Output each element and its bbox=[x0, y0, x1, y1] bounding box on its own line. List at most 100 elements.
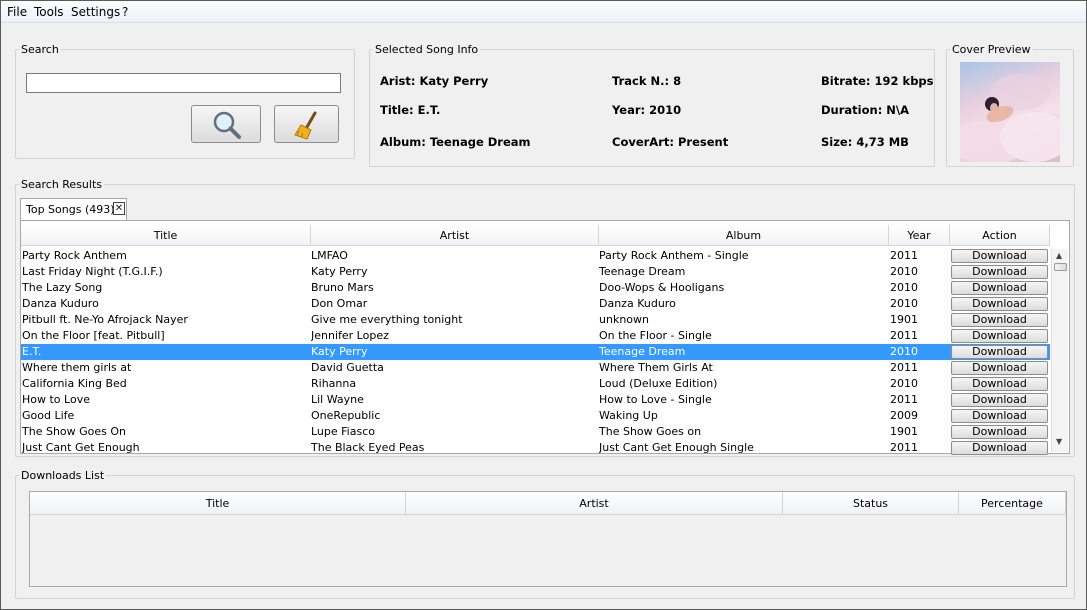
cell-album: Teenage Dream bbox=[599, 265, 686, 278]
cell-artist: LMFAO bbox=[311, 249, 348, 262]
cell-title: The Lazy Song bbox=[22, 281, 103, 294]
menu-file[interactable]: File bbox=[7, 5, 27, 19]
cell-artist: David Guetta bbox=[311, 361, 384, 374]
cell-album: Party Rock Anthem - Single bbox=[599, 249, 749, 262]
table-row[interactable]: California King Bed Rihanna Loud (Deluxe E… bbox=[21, 376, 1050, 392]
cell-artist: Katy Perry bbox=[311, 265, 368, 278]
cell-title: How to Love bbox=[22, 393, 90, 406]
cell-artist: OneRepublic bbox=[311, 409, 381, 422]
download-button[interactable]: Download bbox=[951, 249, 1048, 263]
download-button[interactable]: Download bbox=[951, 377, 1048, 391]
info-artist: Arist: Katy Perry bbox=[380, 74, 489, 88]
column-header-album[interactable]: Album bbox=[599, 225, 889, 246]
downloads-title: Downloads List bbox=[19, 469, 107, 482]
info-size: Size: 4,73 MB bbox=[821, 135, 909, 149]
column-header-year[interactable]: Year bbox=[889, 225, 950, 246]
results-title: Search Results bbox=[19, 178, 105, 191]
scroll-down-icon[interactable]: ▼ bbox=[1056, 437, 1062, 446]
column-header-artist[interactable]: Artist bbox=[311, 225, 599, 246]
magnifier-icon bbox=[213, 111, 241, 139]
cell-album: How to Love - Single bbox=[599, 393, 712, 406]
table-row[interactable]: Just Cant Get Enough The Black Eyed Peas J… bbox=[21, 440, 1050, 456]
table-row[interactable]: Good Life OneRepublic Waking Up 2009 Downloa… bbox=[21, 408, 1050, 424]
cell-artist: Rihanna bbox=[311, 377, 357, 390]
download-button[interactable]: Download bbox=[951, 281, 1048, 295]
cell-title: The Show Goes On bbox=[22, 425, 127, 438]
search-group-title: Search bbox=[19, 43, 61, 56]
table-row[interactable]: Where them girls at David Guetta Where The… bbox=[21, 360, 1050, 376]
menu-settings[interactable]: Settings bbox=[71, 5, 120, 19]
cell-year: 1901 bbox=[890, 313, 918, 326]
column-header-action[interactable]: Action bbox=[950, 225, 1050, 246]
table-row[interactable]: On the Floor [feat. Pitbull] Jennifer Lop… bbox=[21, 328, 1050, 344]
scroll-up-icon[interactable]: ▲ bbox=[1056, 251, 1062, 260]
downloads-column-title[interactable]: Title bbox=[30, 492, 406, 515]
cell-title: Party Rock Anthem bbox=[22, 249, 127, 262]
downloads-column-artist[interactable]: Artist bbox=[406, 492, 783, 515]
cover-art-image bbox=[960, 62, 1060, 162]
cell-album: Where Them Girls At bbox=[599, 361, 713, 374]
cell-year: 2011 bbox=[890, 393, 918, 406]
cell-year: 2010 bbox=[890, 377, 918, 390]
download-button[interactable]: Download bbox=[951, 313, 1048, 327]
cell-title: Pitbull ft. Ne-Yo Afrojack Nayer bbox=[22, 313, 188, 326]
table-row[interactable]: Pitbull ft. Ne-Yo Afrojack Nayer Give me … bbox=[21, 312, 1050, 328]
cell-year: 2011 bbox=[890, 441, 918, 454]
downloads-column-percentage[interactable]: Percentage bbox=[959, 492, 1066, 515]
table-row[interactable]: Last Friday Night (T.G.I.F.) Katy Perry Te… bbox=[21, 264, 1050, 280]
download-button[interactable]: Download bbox=[951, 297, 1048, 311]
download-button[interactable]: Download bbox=[951, 361, 1048, 375]
cell-year: 2011 bbox=[890, 361, 918, 374]
cell-title: Just Cant Get Enough bbox=[22, 441, 140, 454]
table-row[interactable]: The Lazy Song Bruno Mars Doo-Wops & Hoolig… bbox=[21, 280, 1050, 296]
cell-artist: Jennifer Lopez bbox=[311, 329, 389, 342]
info-album: Album: Teenage Dream bbox=[380, 135, 531, 149]
cell-artist: Don Omar bbox=[311, 297, 368, 310]
download-button[interactable]: Download bbox=[951, 393, 1048, 407]
info-track: Track N.: 8 bbox=[612, 74, 682, 88]
table-row[interactable]: How to Love Lil Wayne How to Love - Single… bbox=[21, 392, 1050, 408]
table-row[interactable]: The Show Goes On Lupe Fiasco The Show Goes… bbox=[21, 424, 1050, 440]
cell-album: Danza Kuduro bbox=[599, 297, 676, 310]
column-header-title[interactable]: Title bbox=[21, 225, 311, 246]
cell-title: E.T. bbox=[22, 345, 42, 358]
cell-title: On the Floor [feat. Pitbull] bbox=[22, 329, 165, 342]
cell-artist: Katy Perry bbox=[311, 345, 368, 358]
cell-year: 2010 bbox=[890, 265, 918, 278]
cell-album: Waking Up bbox=[599, 409, 658, 422]
info-bitrate: Bitrate: 192 kbps bbox=[821, 74, 934, 88]
download-button[interactable]: Download bbox=[951, 345, 1048, 359]
results-scrollbar[interactable]: ▲ ▼ bbox=[1051, 249, 1068, 452]
cell-artist: Lupe Fiasco bbox=[311, 425, 375, 438]
cell-year: 2010 bbox=[890, 345, 918, 358]
download-button[interactable]: Download bbox=[951, 265, 1048, 279]
cell-artist: Bruno Mars bbox=[311, 281, 374, 294]
search-input[interactable] bbox=[26, 73, 341, 93]
cell-artist: The Black Eyed Peas bbox=[311, 441, 425, 454]
download-button[interactable]: Download bbox=[951, 441, 1048, 455]
download-button[interactable]: Download bbox=[951, 409, 1048, 423]
tab-top-songs[interactable]: Top Songs (493) ✕ bbox=[20, 198, 127, 220]
download-button[interactable]: Download bbox=[951, 329, 1048, 343]
cell-album: Just Cant Get Enough Single bbox=[599, 441, 754, 454]
scrollbar-thumb[interactable] bbox=[1054, 263, 1067, 271]
cell-title: Good Life bbox=[22, 409, 75, 422]
clear-button[interactable] bbox=[274, 105, 339, 143]
table-row[interactable]: Party Rock Anthem LMFAO Party Rock Anthem … bbox=[21, 248, 1050, 264]
downloads-table: Title Artist Status Percentage bbox=[29, 491, 1067, 587]
cell-title: Danza Kuduro bbox=[22, 297, 99, 310]
cell-artist: Give me everything tonight bbox=[311, 313, 463, 326]
download-button[interactable]: Download bbox=[951, 425, 1048, 439]
table-row[interactable]: Danza Kuduro Don Omar Danza Kuduro 2010 Down… bbox=[21, 296, 1050, 312]
cell-year: 1901 bbox=[890, 425, 918, 438]
search-button[interactable] bbox=[191, 105, 261, 143]
close-icon[interactable]: ✕ bbox=[113, 202, 125, 215]
cell-year: 2010 bbox=[890, 297, 918, 310]
menu-tools[interactable]: Tools bbox=[34, 5, 64, 19]
downloads-column-status[interactable]: Status bbox=[783, 492, 959, 515]
cell-year: 2010 bbox=[890, 281, 918, 294]
info-title: Title: E.T. bbox=[380, 103, 441, 117]
cell-album: Teenage Dream bbox=[599, 345, 686, 358]
table-row[interactable]: E.T. Katy Perry Teenage Dream 2010 Download bbox=[21, 344, 1050, 360]
menu-help[interactable]: ? bbox=[122, 5, 128, 19]
